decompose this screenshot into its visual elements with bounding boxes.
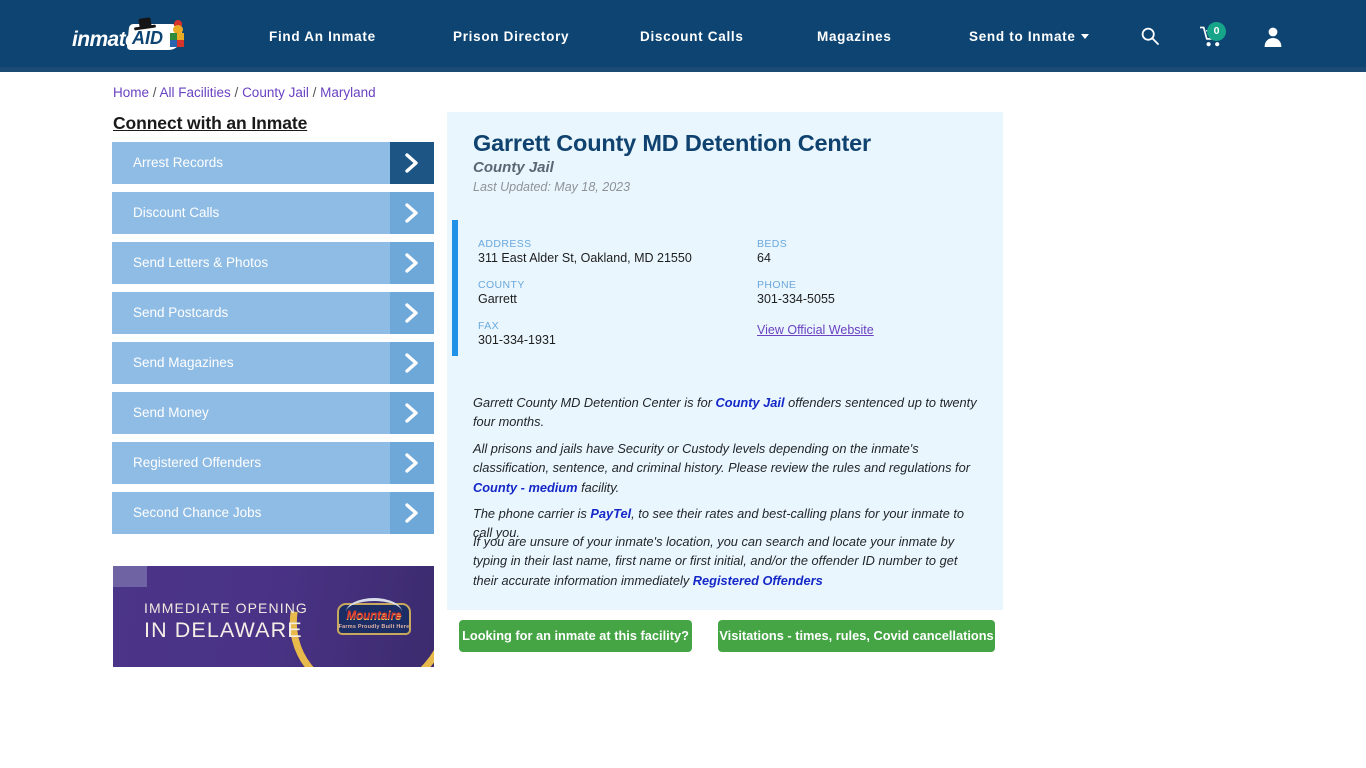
p2-text-b: facility. [577, 479, 620, 495]
chevron-right-icon [390, 242, 434, 284]
chevron-right-icon [390, 392, 434, 434]
sidebar-item-label: Send Money [133, 405, 209, 420]
panel-accent-bar [452, 220, 458, 356]
sidebar-item-label: Send Letters & Photos [133, 255, 269, 270]
hat-icon [133, 17, 157, 31]
p1-text-a: Garrett County MD Detention Center is fo… [473, 395, 716, 410]
header-bottom-strip [0, 67, 1366, 72]
beds-label: BEDS [757, 238, 788, 250]
breadcrumb-separator: / [149, 85, 160, 100]
sidebar-item-arrest-records[interactable]: Arrest Records [112, 142, 434, 184]
beds-value: 64 [757, 251, 771, 265]
breadcrumb-maryland[interactable]: Maryland [320, 85, 376, 100]
sidebar-item-send-letters-photos[interactable]: Send Letters & Photos [112, 242, 434, 284]
cart-count-badge: 0 [1207, 22, 1226, 41]
mountaire-logo: Mountaire Farms Proudly Built Here [333, 597, 415, 641]
ad-headline-2: IN DELAWARE [144, 618, 303, 642]
fax-label: FAX [478, 320, 500, 332]
chevron-down-icon [1080, 34, 1089, 39]
address-value: 311 East Alder St, Oakland, MD 21550 [478, 251, 692, 265]
chevron-right-icon [390, 492, 434, 534]
facility-info-panel: Garrett County MD Detention Center Count… [447, 112, 1003, 610]
last-updated: Last Updated: May 18, 2023 [473, 180, 631, 194]
p1-link-county-jail[interactable]: County Jail [716, 395, 785, 410]
sidebar-item-send-money[interactable]: Send Money [112, 392, 434, 434]
sidebar-item-label: Second Chance Jobs [133, 505, 262, 520]
sidebar-heading: Connect with an Inmate [113, 113, 308, 133]
p2-link-county-medium[interactable]: County - medium [473, 480, 578, 495]
sidebar-item-label: Send Postcards [133, 305, 229, 320]
site-logo[interactable]: inmate AID [72, 16, 196, 56]
visitations-button[interactable]: Visitations - times, rules, Covid cancel… [718, 620, 995, 652]
description-paragraph-2: All prisons and jails have Security or C… [473, 439, 985, 497]
ad-corner-accent [113, 566, 147, 587]
ad-logo-tagline: Farms Proudly Built Here [338, 624, 410, 630]
site-header: inmate AID Find An Inmate Prison Directo… [0, 0, 1366, 72]
sidebar-item-label: Arrest Records [133, 155, 224, 170]
breadcrumb-separator: / [230, 85, 243, 100]
phone-label: PHONE [757, 279, 797, 291]
sidebar-item-registered-offenders[interactable]: Registered Offenders [112, 442, 434, 484]
county-label: COUNTY [478, 279, 525, 291]
p2-text-a: All prisons and jails have Security or C… [473, 441, 970, 476]
p3-text-a: The phone carrier is [473, 506, 591, 521]
p3-link-paytel[interactable]: PayTel [590, 506, 631, 521]
page-title: Garrett County MD Detention Center [473, 130, 871, 156]
nav-find-an-inmate[interactable]: Find An Inmate [269, 29, 376, 44]
user-account-icon[interactable] [1263, 26, 1283, 52]
logo-wordmark: inmate [72, 28, 137, 51]
inmate-search-button[interactable]: Looking for an inmate at this facility? [459, 620, 692, 652]
chevron-right-icon [390, 292, 434, 334]
description-paragraph-1: Garrett County MD Detention Center is fo… [473, 393, 985, 432]
sidebar-item-send-postcards[interactable]: Send Postcards [112, 292, 434, 334]
county-value: Garrett [478, 292, 517, 306]
chevron-right-icon [390, 142, 434, 184]
nav-send-to-inmate-label: Send to Inmate [969, 29, 1076, 44]
breadcrumb-home[interactable]: Home [113, 85, 149, 100]
ad-logo-brand: Mountaire [346, 610, 402, 622]
official-website-link[interactable]: View Official Website [757, 323, 874, 337]
chevron-right-icon [390, 442, 434, 484]
sidebar-item-send-magazines[interactable]: Send Magazines [112, 342, 434, 384]
chevron-right-icon [390, 192, 434, 234]
search-icon[interactable] [1140, 26, 1160, 51]
fax-value: 301-334-1931 [478, 333, 556, 347]
breadcrumb: Home / All Facilities / County Jail / Ma… [113, 85, 376, 100]
nav-magazines[interactable]: Magazines [817, 29, 892, 44]
nav-prison-directory[interactable]: Prison Directory [453, 29, 569, 44]
sidebar-item-second-chance-jobs[interactable]: Second Chance Jobs [112, 492, 434, 534]
address-label: ADDRESS [478, 238, 532, 250]
description-paragraph-4: If you are unsure of your inmate's locat… [473, 532, 985, 590]
breadcrumb-county-jail[interactable]: County Jail [242, 85, 309, 100]
chevron-right-icon [390, 342, 434, 384]
nav-discount-calls[interactable]: Discount Calls [640, 29, 744, 44]
ad-headline-1: IMMEDIATE OPENING [144, 600, 308, 616]
sidebar-item-label: Registered Offenders [133, 455, 262, 470]
sidebar-item-label: Discount Calls [133, 205, 220, 220]
facility-type: County Jail [473, 159, 554, 176]
p4-link-registered-offenders[interactable]: Registered Offenders [693, 573, 823, 588]
sidebar-item-label: Send Magazines [133, 355, 234, 370]
logo-aid-text: AID [132, 28, 163, 48]
phone-value: 301-334-5055 [757, 292, 835, 306]
breadcrumb-separator: / [308, 85, 321, 100]
rooster-icon [170, 20, 186, 50]
sidebar-item-discount-calls[interactable]: Discount Calls [112, 192, 434, 234]
nav-send-to-inmate[interactable]: Send to Inmate [969, 29, 1089, 44]
breadcrumb-all-facilities[interactable]: All Facilities [160, 85, 231, 100]
